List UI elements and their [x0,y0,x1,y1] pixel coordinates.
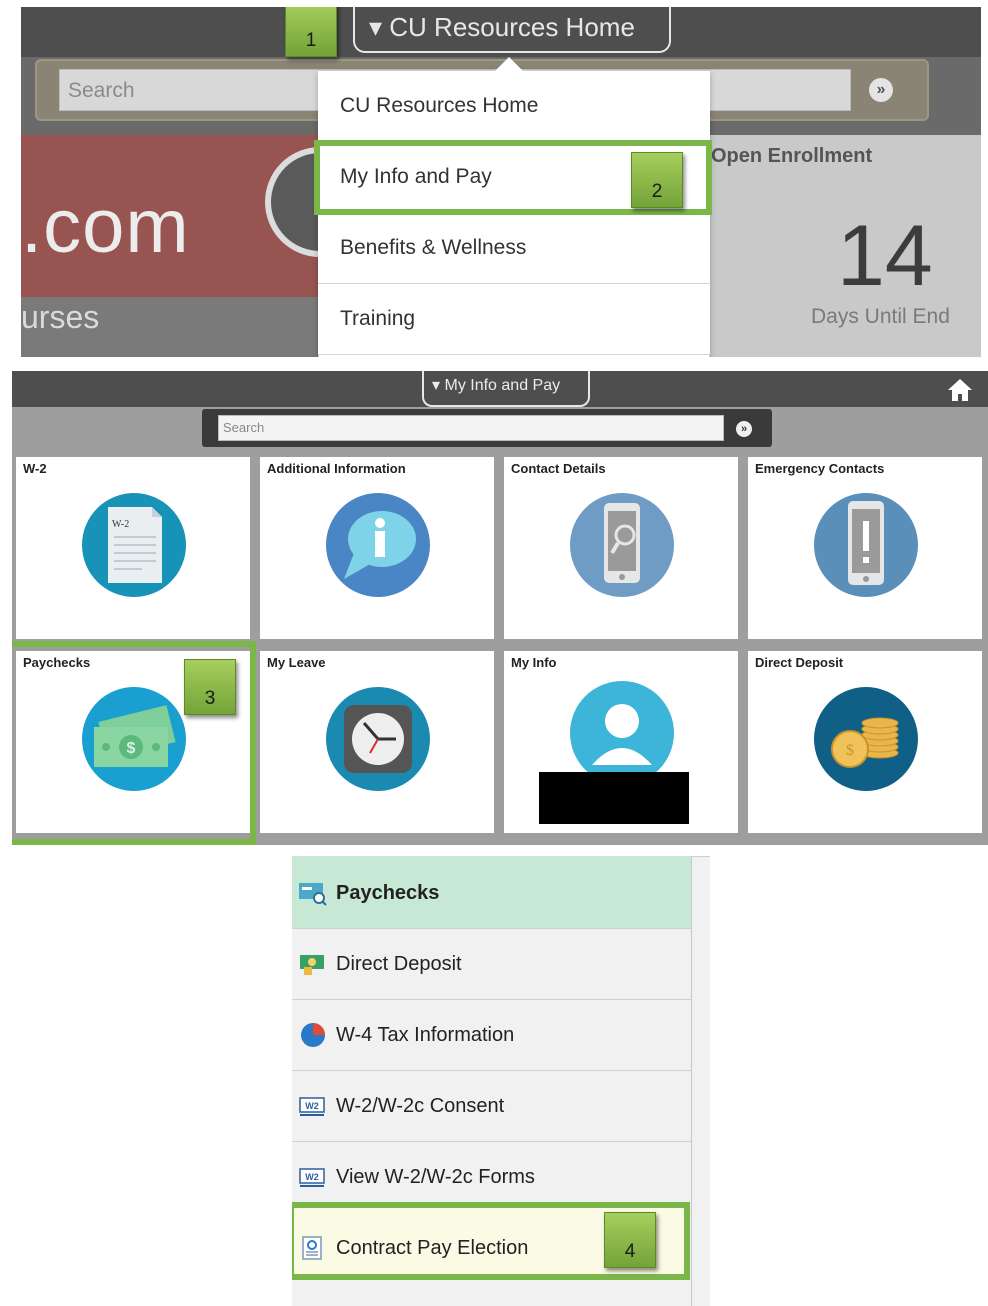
search-go-button[interactable]: » [736,421,752,437]
tile-title: Direct Deposit [755,655,844,670]
tile-title: W-2 [23,461,47,476]
tile-contact-details[interactable]: Contact Details [504,457,738,639]
menu-item-label: W-4 Tax Information [336,1024,515,1046]
home-icon[interactable] [946,377,974,403]
w2-doc-text: W-2 [112,519,130,530]
w2-document-icon: W-2 [82,493,186,597]
menu-item-training[interactable]: Training [318,284,710,355]
menu-item-label: View W-2/W-2c Forms [336,1166,535,1188]
phone-search-icon [570,493,674,597]
tile-my-leave[interactable]: My Leave [260,651,494,833]
tile-title: Contact Details [511,461,606,476]
my-info-and-pay-panel: ▾ My Info and Pay Search » W-2 W-2 Addit… [12,371,988,845]
tile-title: Additional Information [267,461,406,476]
info-bubble-icon [326,493,430,597]
search-go-button[interactable]: » [869,78,893,102]
tile-direct-deposit[interactable]: Direct Deposit $ [748,651,982,833]
navbar-title-text: My Info and Pay [444,377,561,394]
tile-title: My Info [511,655,557,670]
tile-emergency-contacts[interactable]: Emergency Contacts [748,457,982,639]
menu-item-label: Direct Deposit [336,953,462,975]
search-input[interactable]: Search [218,415,724,441]
paychecks-menu-panel: Paychecks Direct Deposit W-4 Tax Informa… [292,856,710,1306]
cu-resources-panel: Search » ▾ CU Resources Home .com urses … [21,7,981,357]
menu-item-w2-w2c-consent[interactable]: W2 W-2/W-2c Consent [292,1071,691,1142]
menu-item-direct-deposit[interactable]: Direct Deposit [292,929,691,1000]
tile-w2[interactable]: W-2 W-2 [16,457,250,639]
banner-strip-text: urses [21,299,100,335]
navbar-title-text: CU Resources Home [389,12,635,42]
step-badge-1: 1 [285,7,337,57]
menu-item-benefits-wellness[interactable]: Benefits & Wellness [318,213,710,284]
tile-title: Emergency Contacts [755,461,885,476]
tile-additional-information[interactable]: Additional Information [260,457,494,639]
pie-chart-icon [301,1023,325,1047]
clock-icon [326,687,430,791]
menu-item-paychecks[interactable]: Paychecks [292,856,691,929]
w2-form-icon: W2 [299,1168,325,1187]
coins-icon: $ [814,687,918,791]
svg-text:W2: W2 [305,1172,319,1182]
redaction-box [539,772,689,824]
enrollment-title: Open Enrollment [711,145,873,167]
menu-item-w4-tax-information[interactable]: W-4 Tax Information [292,1000,691,1071]
right-divider [691,856,692,1306]
paycheck-search-icon [299,883,327,906]
menu-item-label: W-2/W-2c Consent [336,1095,505,1117]
navbar-dropdown-title[interactable]: ▾ CU Resources Home [353,7,671,53]
svg-text:$: $ [846,742,854,759]
banner-text: .com [21,184,190,269]
svg-text:W2: W2 [305,1101,319,1111]
person-icon [570,681,674,785]
w2-form-icon: W2 [299,1097,325,1116]
menu-caret [495,57,523,71]
navbar-dropdown-title[interactable]: ▾ My Info and Pay [422,371,590,407]
phone-alert-icon [814,493,918,597]
menu-item-cu-resources-home[interactable]: CU Resources Home [318,71,710,142]
enrollment-count: 14 [837,208,933,304]
step-badge-4: 4 [604,1212,656,1268]
step-badge-3: 3 [184,659,236,715]
deposit-icon [300,955,324,975]
step-badge-2: 2 [631,152,683,208]
enrollment-subtitle: Days Until End [811,305,950,328]
tile-title: My Leave [267,655,326,670]
menu-item-label: Paychecks [336,882,440,904]
